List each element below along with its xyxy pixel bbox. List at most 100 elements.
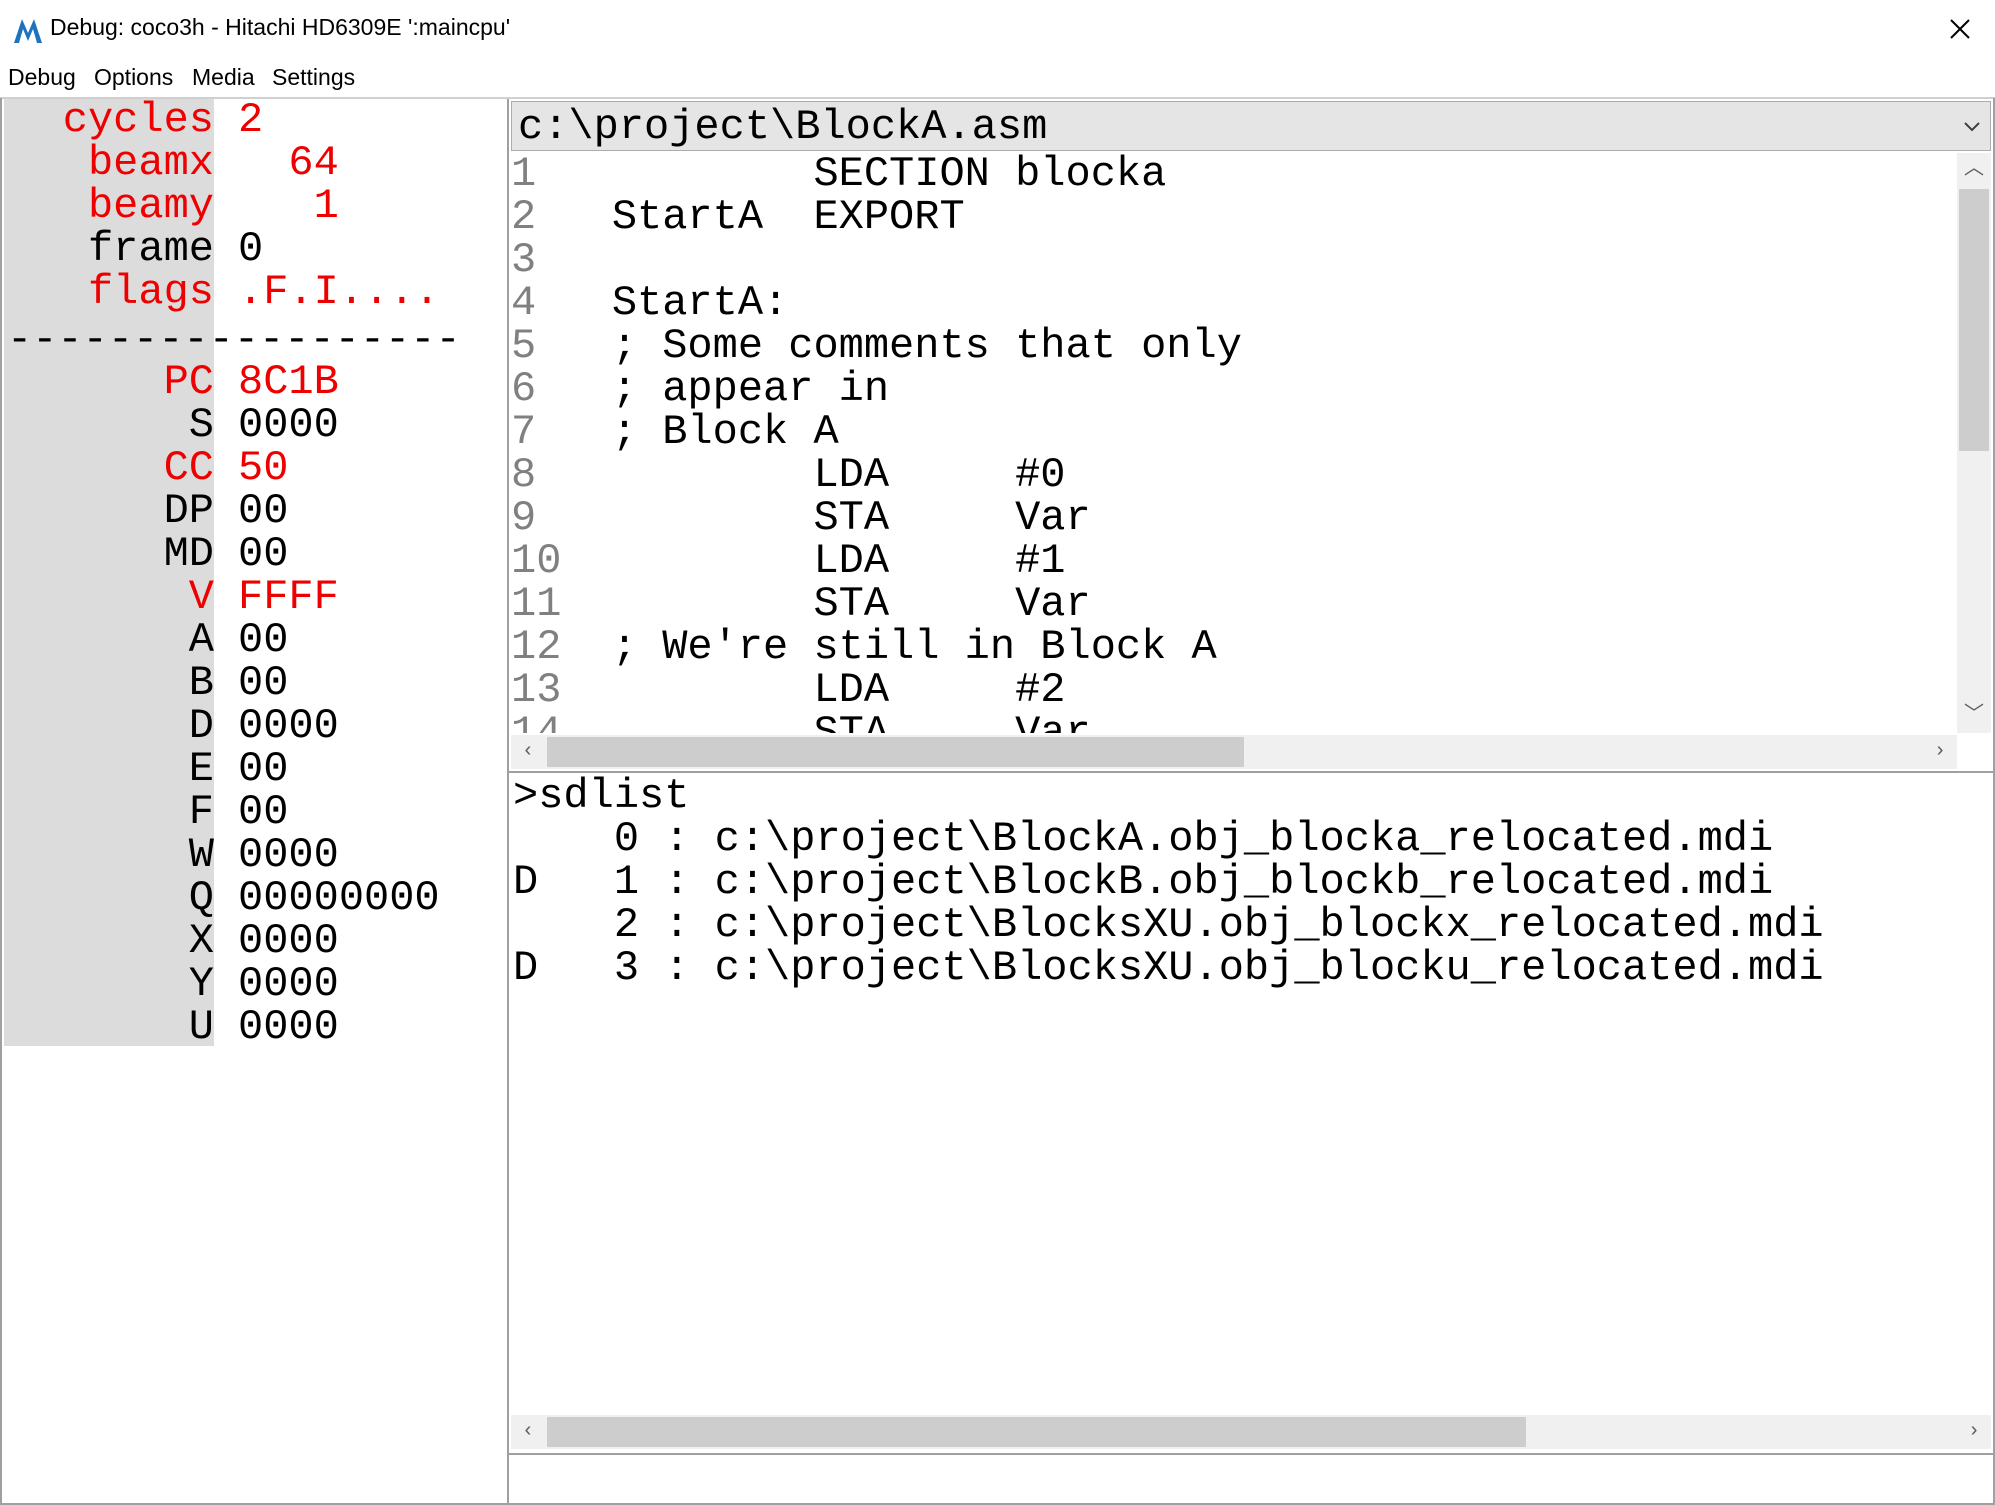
register-row: CC 50: [2, 447, 507, 490]
register-label: A: [188, 616, 214, 664]
source-text: LDA #0: [511, 451, 1066, 499]
scroll-left-icon[interactable]: ‹: [511, 735, 545, 769]
source-code-view[interactable]: 1 SECTION blocka 2 StartA EXPORT 3 4 StartA…: [511, 153, 1957, 733]
register-row: beamx 64: [2, 142, 507, 185]
source-file-select[interactable]: c:\project\BlockA.asm: [511, 101, 1991, 151]
register-row: DP 00: [2, 490, 507, 533]
source-text: STA Var: [511, 709, 1091, 734]
register-value: FFFF: [238, 573, 339, 621]
source-line[interactable]: 14 STA Var: [511, 709, 1957, 734]
source-file-name: c:\project\BlockA.asm: [518, 103, 1048, 151]
source-text: StartA EXPORT: [511, 193, 965, 241]
register-row: cycles 2: [2, 99, 507, 142]
register-label: F: [188, 788, 214, 836]
title-bar: Debug: coco3h - Hitachi HD6309E ':maincp…: [0, 0, 1995, 58]
console-output[interactable]: >sdlist 0 : c:\project\BlockA.obj_blocka…: [509, 773, 1993, 1453]
scroll-right-icon[interactable]: ›: [1957, 1415, 1991, 1449]
scrollbar-thumb[interactable]: [1959, 189, 1989, 451]
source-line[interactable]: 3: [511, 239, 1957, 282]
register-row: E 00: [2, 748, 507, 791]
source-line[interactable]: 13 LDA #2: [511, 669, 1957, 712]
scroll-down-icon[interactable]: ﹀: [1957, 699, 1991, 733]
source-line[interactable]: 7 ; Block A: [511, 411, 1957, 454]
source-vertical-scrollbar[interactable]: ︿ ﹀: [1957, 153, 1991, 733]
source-text: STA Var: [511, 494, 1091, 542]
scroll-left-icon[interactable]: ‹: [511, 1415, 545, 1449]
register-row: U 0000: [2, 1006, 507, 1049]
console-line: 2 : c:\project\BlocksXU.obj_blockx_reloc…: [513, 901, 1824, 949]
register-label: D: [188, 702, 214, 750]
register-value: 0000: [238, 702, 339, 750]
register-value: 00: [238, 788, 289, 836]
register-label: DP: [163, 487, 214, 535]
register-label: Y: [188, 960, 214, 1008]
source-line[interactable]: 8 LDA #0: [511, 454, 1957, 497]
register-value: 00: [238, 745, 289, 793]
register-label: PC: [163, 358, 214, 406]
close-icon: [1950, 19, 1970, 39]
register-label: beamx: [87, 139, 214, 187]
menu-settings[interactable]: Settings: [272, 64, 355, 91]
source-text: ; appear in: [511, 365, 890, 413]
menu-debug[interactable]: Debug: [8, 64, 76, 91]
source-line[interactable]: 5 ; Some comments that only: [511, 325, 1957, 368]
window-title: Debug: coco3h - Hitachi HD6309E ':maincp…: [50, 14, 511, 40]
menu-bar: Debug Options Media Settings: [0, 58, 1995, 98]
scrollbar-thumb[interactable]: [547, 1417, 1526, 1447]
register-label: X: [188, 917, 214, 965]
source-line[interactable]: 9 STA Var: [511, 497, 1957, 540]
source-line[interactable]: 6 ; appear in: [511, 368, 1957, 411]
source-line[interactable]: 4 StartA:: [511, 282, 1957, 325]
scrollbar-thumb[interactable]: [547, 737, 1244, 767]
register-row: W 0000: [2, 834, 507, 877]
source-line[interactable]: 1 SECTION blocka: [511, 153, 1957, 196]
register-label: frame: [87, 225, 214, 273]
register-row: beamy 1: [2, 185, 507, 228]
scroll-right-icon[interactable]: ›: [1923, 735, 1957, 769]
register-value: 0000: [238, 1003, 339, 1051]
register-value: 00000000: [238, 874, 440, 922]
register-label: W: [188, 831, 214, 879]
source-text: ; Block A: [511, 408, 839, 456]
command-input[interactable]: [513, 1457, 1987, 1501]
register-row: Y 0000: [2, 963, 507, 1006]
source-horizontal-scrollbar[interactable]: ‹ ›: [511, 735, 1957, 769]
source-line[interactable]: 2 StartA EXPORT: [511, 196, 1957, 239]
register-row: PC 8C1B: [2, 361, 507, 404]
register-value: .F.I....: [238, 268, 440, 316]
register-row: B 00: [2, 662, 507, 705]
register-row: MD 00: [2, 533, 507, 576]
source-line[interactable]: 12 ; We're still in Block A: [511, 626, 1957, 669]
close-button[interactable]: [1925, 0, 1995, 58]
register-value: 8C1B: [238, 358, 339, 406]
register-value: 50: [238, 444, 289, 492]
register-value: 2: [238, 96, 264, 144]
register-panel[interactable]: cycles 2 beamx 64 beamy 1 frame 0 flags .F.I...…: [2, 99, 509, 1503]
register-label: cycles: [62, 96, 214, 144]
register-label: beamy: [87, 182, 214, 230]
register-value: 00: [238, 616, 289, 664]
source-line[interactable]: 10 LDA #1: [511, 540, 1957, 583]
register-row: S 0000: [2, 404, 507, 447]
register-label: E: [188, 745, 214, 793]
menu-options[interactable]: Options: [94, 64, 173, 91]
source-text: LDA #2: [511, 666, 1066, 714]
console-line: 0 : c:\project\BlockA.obj_blocka_relocat…: [513, 815, 1774, 863]
console-line: D 1 : c:\project\BlockB.obj_blockb_reloc…: [513, 858, 1774, 906]
source-text: ; Some comments that only: [511, 322, 1242, 370]
register-label: MD: [163, 530, 214, 578]
register-value: 1: [238, 182, 339, 230]
menu-media[interactable]: Media: [192, 64, 255, 91]
source-text: ; We're still in Block A: [511, 623, 1217, 671]
source-text: STA Var: [511, 580, 1091, 628]
scroll-up-icon[interactable]: ︿: [1957, 153, 1991, 187]
source-line[interactable]: 11 STA Var: [511, 583, 1957, 626]
source-pane: c:\project\BlockA.asm 1 SECTION blocka 2 …: [509, 99, 1993, 773]
register-row: frame 0: [2, 228, 507, 271]
chevron-down-icon[interactable]: [1960, 114, 1984, 138]
register-separator: ------------------: [7, 316, 461, 364]
mame-logo-icon: [14, 19, 42, 43]
register-row: A 00: [2, 619, 507, 662]
register-value: 64: [238, 139, 339, 187]
console-horizontal-scrollbar[interactable]: ‹ ›: [511, 1415, 1991, 1449]
